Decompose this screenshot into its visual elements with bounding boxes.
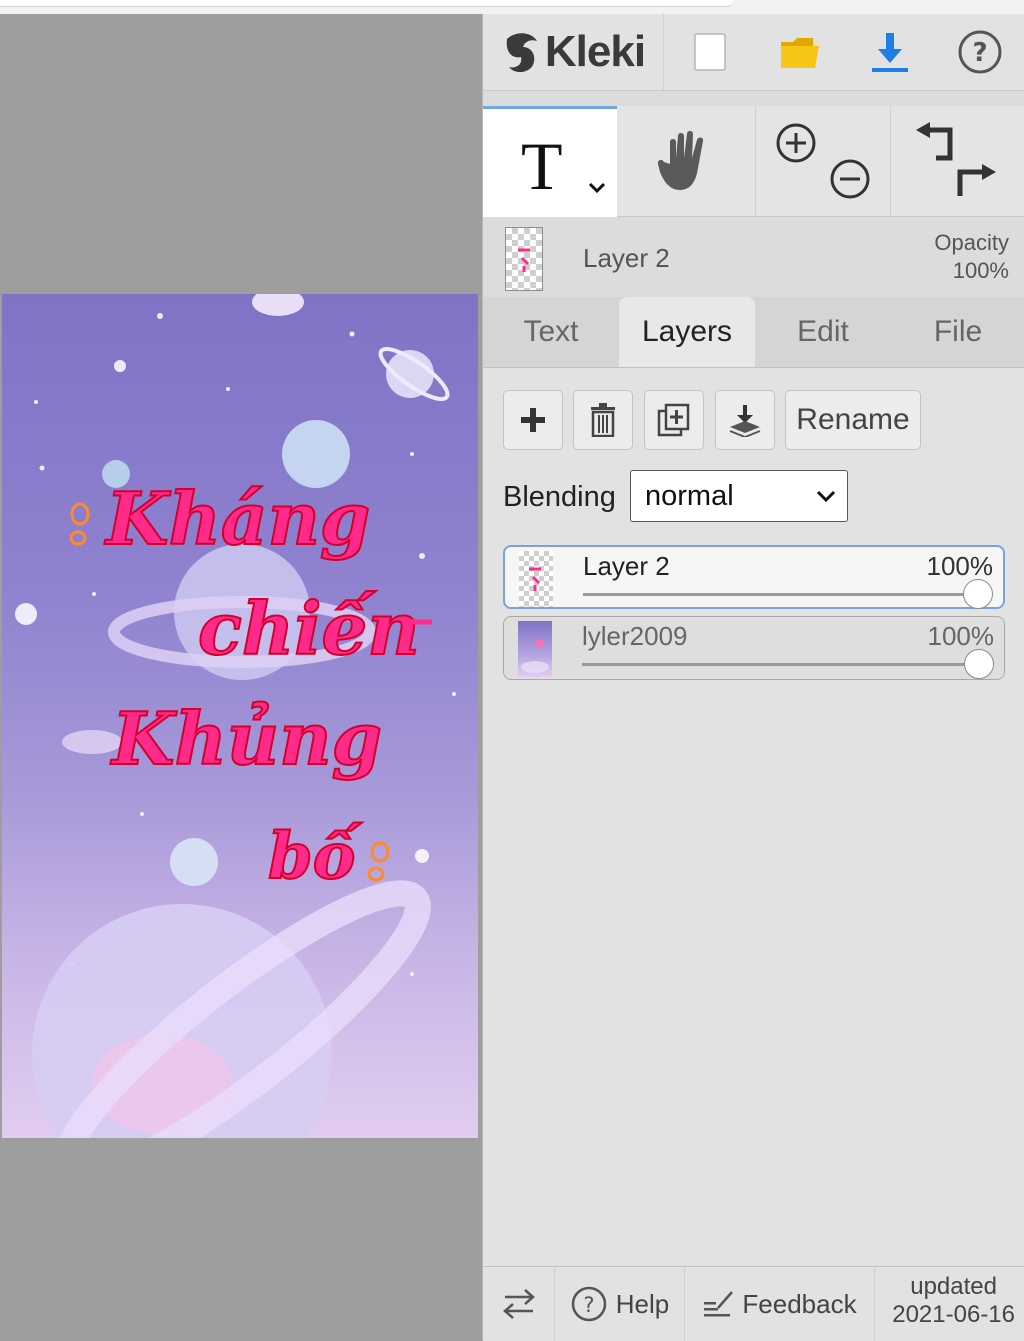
canvas-area[interactable]: Kháng chiến Khủng bố <box>0 14 482 1340</box>
layer-opacity-slider-handle[interactable] <box>964 649 994 679</box>
layer-opacity-slider-handle[interactable] <box>963 579 993 609</box>
planet-top <box>252 294 304 316</box>
updated-info: updated 2021-06-16 <box>892 1273 1015 1329</box>
layer-thumbnail <box>518 621 552 677</box>
planet-lower <box>170 838 218 886</box>
tab-layers[interactable]: Layers <box>619 297 755 367</box>
canvas-lettering: Kháng chiến Khủng bố <box>103 475 421 895</box>
canvas-text-line-4: bố <box>268 819 363 894</box>
tab-text[interactable]: Text <box>483 297 619 367</box>
main-toolbar: Kleki ? <box>483 14 1024 91</box>
feedback-label: Feedback <box>742 1288 857 1319</box>
browser-top-strip <box>0 0 1024 14</box>
zoom-out-icon[interactable] <box>829 158 871 200</box>
help-link[interactable]: ? Help <box>555 1267 685 1341</box>
duplicate-layer-button[interactable] <box>644 390 704 450</box>
ringed-planet-small <box>378 347 450 401</box>
open-folder-icon <box>781 38 819 68</box>
help-circle-icon: ? <box>958 30 1002 74</box>
tab-file[interactable]: File <box>891 297 1024 367</box>
hand-tool-icon <box>657 131 704 190</box>
blending-select[interactable]: normal <box>630 470 848 522</box>
open-file-button[interactable] <box>755 14 845 90</box>
layer-opacity-slider-track[interactable] <box>583 593 975 596</box>
opacity-label: Opacity <box>934 230 1009 255</box>
footer-bar: ? Help Feedback updated 2021-06-16 <box>483 1266 1024 1341</box>
swap-arrows-icon <box>502 1289 535 1319</box>
hand-tool-button[interactable] <box>617 106 756 216</box>
updated-label: updated <box>910 1273 997 1300</box>
blending-value: normal <box>645 480 734 512</box>
canvas-text-line-2: chiến <box>198 586 420 671</box>
layer-row-layer-2[interactable]: Layer 2 100% <box>503 545 1005 609</box>
layer-name: lyler2009 <box>582 621 688 651</box>
rename-layer-button[interactable]: Rename <box>785 390 921 450</box>
tool-bar: T <box>483 106 1024 219</box>
current-layer-thumbnail <box>505 227 543 291</box>
redo-icon[interactable] <box>952 158 998 200</box>
large-planet <box>32 880 431 1138</box>
text-tool-icon: T <box>521 128 563 204</box>
updated-date: 2021-06-16 <box>892 1301 1015 1328</box>
logo-text: Kleki <box>544 27 646 76</box>
layers-panel: Rename Blending normal Layer 2 100% lyle… <box>483 368 1024 1268</box>
swap-side-button[interactable] <box>483 1267 555 1341</box>
current-layer-opacity: Opacity 100% <box>934 229 1009 285</box>
duplicate-icon <box>657 403 690 437</box>
canvas-text-line-3: Khủng <box>110 696 382 781</box>
download-button[interactable] <box>845 14 935 90</box>
download-icon <box>872 33 908 72</box>
tab-edit[interactable]: Edit <box>755 297 891 367</box>
feedback-link[interactable]: Feedback <box>685 1267 875 1341</box>
blending-label: Blending <box>503 481 616 513</box>
merge-down-icon <box>729 405 761 437</box>
canvas-text-line-1: Kháng <box>104 476 370 561</box>
current-layer-info[interactable]: Layer 2 Opacity 100% <box>483 217 1024 297</box>
svg-text:?: ? <box>972 38 987 68</box>
svg-text:?: ? <box>583 1293 594 1317</box>
history-controls <box>890 106 1024 216</box>
merge-down-button[interactable] <box>715 390 775 450</box>
kleki-logo[interactable]: Kleki <box>483 14 664 90</box>
delete-layer-button[interactable] <box>573 390 633 450</box>
chevron-down-icon <box>816 490 836 503</box>
zoom-controls <box>755 106 891 216</box>
kleki-bird-icon <box>506 33 537 73</box>
help-circle-icon: ? <box>571 1286 606 1322</box>
artwork-canvas[interactable]: Kháng chiến Khủng bố <box>2 294 478 1138</box>
plus-icon <box>521 408 545 432</box>
help-button[interactable]: ? <box>935 14 1024 90</box>
layer-thumbnail <box>519 551 553 607</box>
text-tool-button[interactable]: T <box>483 106 617 219</box>
layer-row-lyler2009[interactable]: lyler2009 100% <box>503 616 1005 680</box>
feedback-pen-icon <box>704 1291 734 1317</box>
new-image-button[interactable] <box>665 14 755 90</box>
galaxy-illustration: Kháng chiến Khủng bố <box>15 294 456 1138</box>
layer-opacity: 100% <box>927 621 995 651</box>
layer-name: Layer 2 <box>583 551 670 581</box>
opacity-value: 100% <box>952 258 1009 283</box>
new-image-icon <box>694 33 726 71</box>
layer-opacity-slider-track[interactable] <box>582 663 976 666</box>
current-layer-name: Layer 2 <box>583 243 670 273</box>
chevron-down-icon[interactable] <box>587 181 607 195</box>
add-layer-button[interactable] <box>503 390 563 450</box>
layer-opacity: 100% <box>926 551 994 581</box>
panel-tabs: Text Layers Edit File <box>483 297 1024 368</box>
trash-icon <box>591 403 615 437</box>
side-panel: Kleki ? T Layer 2 Opacity 100% Text Laye… <box>482 14 1024 1341</box>
zoom-in-icon[interactable] <box>775 122 817 164</box>
help-label: Help <box>615 1288 670 1319</box>
